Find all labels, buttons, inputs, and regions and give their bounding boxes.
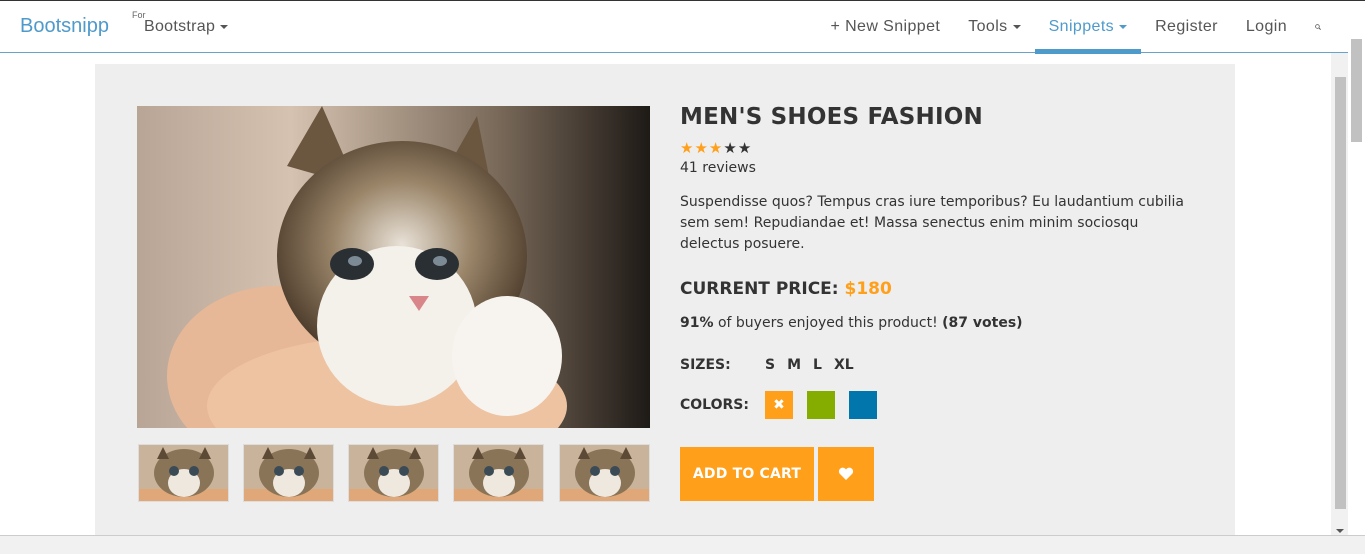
colors-row: COLORS: ✖ <box>680 391 1220 419</box>
thumbnail-strip <box>137 444 650 502</box>
content-scrollbar[interactable] <box>1331 53 1348 535</box>
scroll-down-arrow-icon[interactable] <box>1336 529 1344 533</box>
kitten-thumbnail <box>560 445 649 501</box>
caret-down-icon <box>220 24 229 29</box>
like-button[interactable] <box>818 447 874 501</box>
product-main-image[interactable] <box>137 106 650 428</box>
bottom-bar <box>0 535 1365 554</box>
price-label: CURRENT PRICE: <box>680 279 839 299</box>
nav-item-register[interactable]: Register <box>1141 1 1232 53</box>
nav-item-tools[interactable]: Tools <box>954 1 1034 53</box>
product-card: MEN'S SHOES FASHION ★★★★★ 41 reviews Sus… <box>95 64 1235 539</box>
nav-item-label: Snippets <box>1048 18 1115 35</box>
product-description: Suspendisse quos? Tempus cras iure tempo… <box>680 194 1184 252</box>
product-details: MEN'S SHOES FASHION ★★★★★ 41 reviews Sus… <box>680 104 1220 501</box>
nav-item-label: Tools <box>968 18 1008 35</box>
top-navbar: Bootsnipp For Bootstrap + New Snippet Too… <box>0 1 1365 54</box>
color-swatch[interactable]: ✖ <box>765 391 793 419</box>
thumbnail-image[interactable] <box>348 444 439 502</box>
rating-stars: ★★★★★ <box>680 140 1220 156</box>
kitten-photo <box>137 106 650 428</box>
kitten-thumbnail <box>139 445 228 501</box>
size-option[interactable]: M <box>787 357 801 373</box>
add-to-cart-button[interactable]: ADD TO CART <box>680 447 814 501</box>
vote-count: (87 votes) <box>942 315 1023 331</box>
nav-item-label: + New Snippet <box>830 18 941 35</box>
nav-item-label: Login <box>1245 18 1287 35</box>
search-icon <box>1315 24 1321 30</box>
size-option[interactable]: XL <box>834 357 854 373</box>
search-button[interactable] <box>1301 1 1335 53</box>
star-icon: ★ <box>737 139 753 157</box>
page-scrollbar[interactable] <box>1348 39 1365 535</box>
thumbnail-image[interactable] <box>453 444 544 502</box>
star-icon: ★ <box>708 139 724 157</box>
sizes-label: SIZES: <box>680 357 731 373</box>
nav-item-login[interactable]: Login <box>1232 1 1301 53</box>
vote-percent: 91% <box>680 315 714 331</box>
color-options: ✖ <box>765 391 891 419</box>
kitten-thumbnail <box>244 445 333 501</box>
star-icon: ★ <box>694 139 709 157</box>
nav-item-snippets[interactable]: Snippets <box>1034 1 1142 54</box>
content-scrollbar-thumb[interactable] <box>1335 77 1346 509</box>
size-option[interactable]: L <box>813 357 822 373</box>
size-options: S M L XL <box>765 357 866 373</box>
star-icon: ★ <box>680 139 695 157</box>
selected-check-icon: ✖ <box>773 397 785 413</box>
product-title: MEN'S SHOES FASHION <box>680 104 983 130</box>
sizes-row: SIZES: S M L XL <box>680 357 1220 373</box>
color-swatch[interactable] <box>849 391 877 419</box>
reviews-count[interactable]: 41 reviews <box>680 160 1220 176</box>
kitten-thumbnail <box>454 445 543 501</box>
price-value: $180 <box>844 279 892 299</box>
price-row: CURRENT PRICE: $180 <box>680 279 1220 299</box>
color-swatch[interactable] <box>807 391 835 419</box>
caret-down-icon <box>1012 25 1021 29</box>
nav-item-new-snippet[interactable]: + New Snippet <box>817 1 955 53</box>
nav-menu: + New Snippet Tools Snippets Register Login <box>817 1 1335 54</box>
size-option[interactable]: S <box>765 357 775 373</box>
vote-summary: 91% of buyers enjoyed this product! (87 … <box>680 315 1220 331</box>
colors-label: COLORS: <box>680 397 749 413</box>
brand-logo[interactable]: Bootsnipp <box>20 15 109 38</box>
kitten-thumbnail <box>349 445 438 501</box>
caret-down-icon <box>1119 25 1128 29</box>
browser-viewport: Bootsnipp For Bootstrap + New Snippet Too… <box>0 0 1365 554</box>
thumbnail-image[interactable] <box>243 444 334 502</box>
page-scrollbar-thumb[interactable] <box>1351 39 1362 142</box>
nav-item-label: Register <box>1155 18 1218 35</box>
bootstrap-dropdown-label: Bootstrap <box>144 18 216 35</box>
heart-icon <box>838 467 854 480</box>
thumbnail-image[interactable] <box>559 444 650 502</box>
bootstrap-dropdown[interactable]: Bootstrap <box>144 18 229 36</box>
thumbnail-image[interactable] <box>138 444 229 502</box>
star-icon: ★ <box>723 139 738 157</box>
product-actions: ADD TO CART <box>680 447 1220 501</box>
vote-text: of buyers enjoyed this product! <box>717 315 938 331</box>
